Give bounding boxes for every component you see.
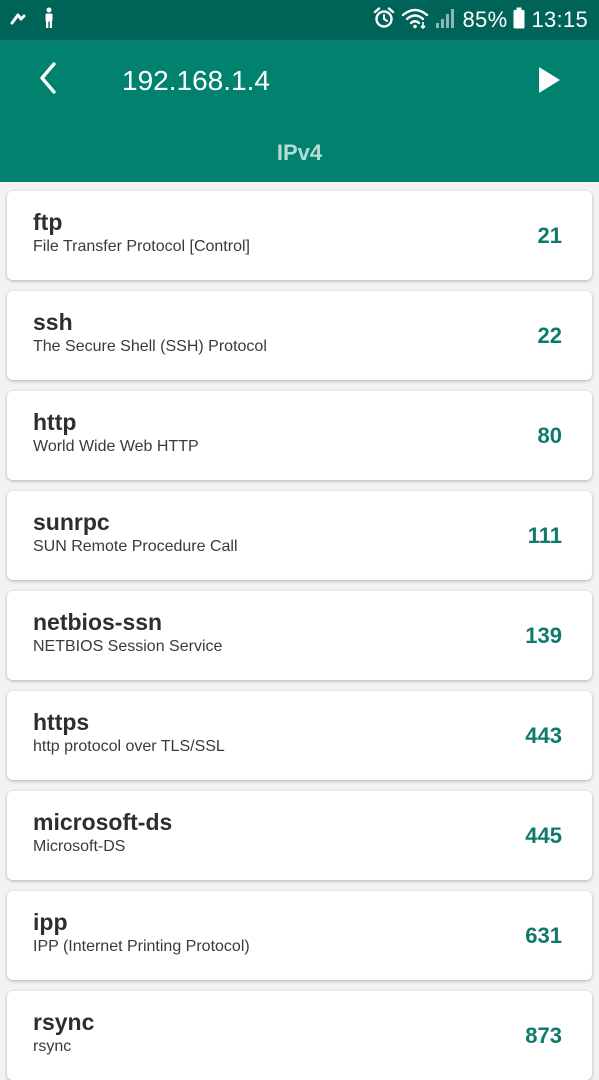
list-item[interactable]: ssh The Secure Shell (SSH) Protocol 22 xyxy=(7,291,592,380)
alarm-icon xyxy=(373,6,395,34)
port-number: 443 xyxy=(525,723,562,748)
ip-version-label: IPv4 xyxy=(276,140,323,165)
list-item[interactable]: rsync rsync 873 xyxy=(7,991,592,1080)
port-number: 80 xyxy=(537,423,562,448)
battery-percent: 85% xyxy=(462,7,508,32)
play-icon xyxy=(537,66,561,99)
service-description: http protocol over TLS/SSL xyxy=(33,738,225,755)
port-number: 445 xyxy=(525,823,562,848)
service-name: microsoft-ds xyxy=(33,809,173,835)
list-item[interactable]: netbios-ssn NETBIOS Session Service 139 xyxy=(7,591,592,680)
battery-icon xyxy=(513,7,525,34)
service-name: netbios-ssn xyxy=(33,609,163,635)
service-description: World Wide Web HTTP xyxy=(33,438,199,455)
list-item[interactable]: https http protocol over TLS/SSL 443 xyxy=(7,691,592,780)
list-item[interactable]: ftp File Transfer Protocol [Control] 21 xyxy=(7,191,592,280)
service-name: ipp xyxy=(33,909,68,935)
service-name: sunrpc xyxy=(33,509,110,535)
service-name: ssh xyxy=(33,309,73,335)
list-item[interactable]: ipp IPP (Internet Printing Protocol) 631 xyxy=(7,891,592,980)
wifi-icon xyxy=(401,7,429,34)
status-left-icons xyxy=(10,7,56,34)
signal-icon xyxy=(435,7,457,34)
list-item[interactable]: http World Wide Web HTTP 80 xyxy=(7,391,592,480)
service-description: File Transfer Protocol [Control] xyxy=(33,238,250,255)
port-number: 111 xyxy=(527,523,562,548)
port-number: 139 xyxy=(525,623,562,648)
list-item[interactable]: sunrpc SUN Remote Procedure Call 111 xyxy=(7,491,592,580)
port-number: 22 xyxy=(537,323,562,348)
list-item[interactable]: microsoft-ds Microsoft-DS 445 xyxy=(7,791,592,880)
back-button[interactable] xyxy=(28,60,68,100)
page-title: 192.168.1.4 xyxy=(122,65,270,96)
back-arrow-icon xyxy=(37,61,59,100)
upload-notification-icon xyxy=(10,11,30,30)
port-number: 631 xyxy=(525,923,562,948)
port-number: 873 xyxy=(525,1023,562,1048)
service-description: IPP (Internet Printing Protocol) xyxy=(33,938,250,955)
service-description: Microsoft-DS xyxy=(33,838,126,855)
service-description: The Secure Shell (SSH) Protocol xyxy=(33,338,267,355)
service-name: http xyxy=(33,409,77,435)
app-bar: 192.168.1.4 IPv4 xyxy=(0,40,599,182)
service-name: ftp xyxy=(33,209,63,235)
status-right-icons: 85% 13:15 xyxy=(373,6,589,34)
play-button[interactable] xyxy=(529,62,569,102)
service-name: https xyxy=(33,709,90,735)
clock: 13:15 xyxy=(531,7,588,32)
port-number: 21 xyxy=(537,223,562,248)
accessibility-icon xyxy=(42,7,56,34)
service-name: rsync xyxy=(33,1009,95,1035)
status-bar: 85% 13:15 xyxy=(0,0,599,40)
service-description: rsync xyxy=(33,1038,72,1055)
service-description: NETBIOS Session Service xyxy=(33,638,223,655)
service-description: SUN Remote Procedure Call xyxy=(33,538,238,555)
